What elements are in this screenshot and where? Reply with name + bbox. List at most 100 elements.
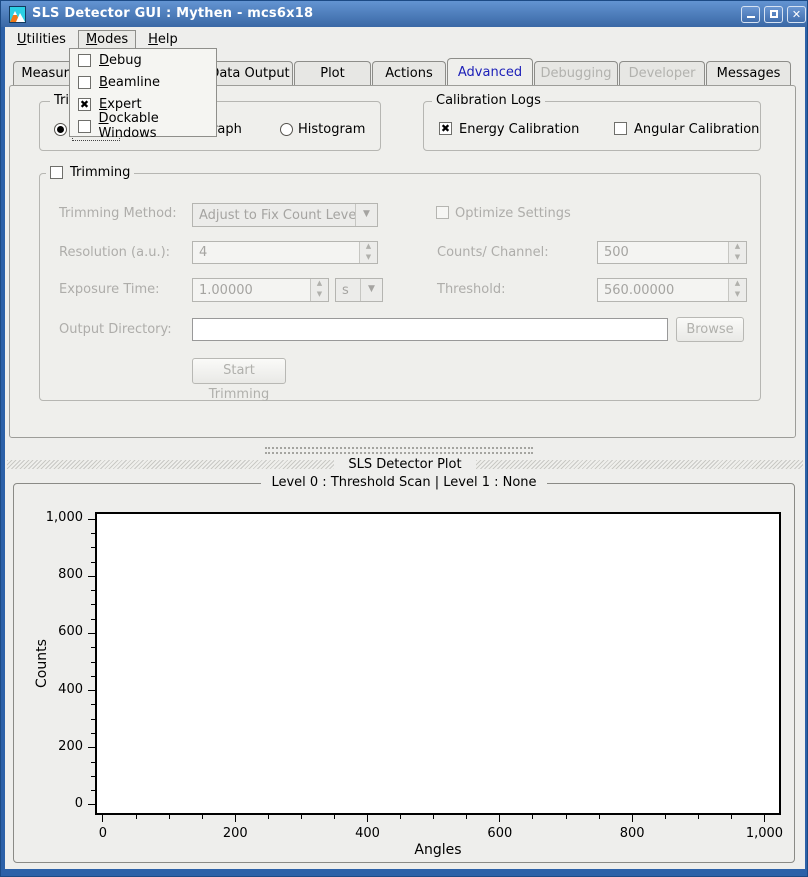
tick-mark — [91, 762, 95, 763]
minimize-icon — [747, 9, 755, 18]
tick-mark — [532, 815, 533, 819]
menu-item-beamline[interactable]: Beamline — [70, 71, 216, 93]
maximize-button[interactable] — [764, 6, 783, 23]
tick-label: 1,000 — [734, 826, 794, 841]
trimming-enable-checkbox[interactable] — [50, 166, 63, 179]
tick-mark — [91, 533, 95, 534]
start-trimming-button: Start Trimming — [192, 358, 286, 384]
menu-help[interactable]: Help — [140, 30, 186, 49]
spin-up-icon: ▲ — [311, 279, 328, 290]
tick-mark — [91, 790, 95, 791]
beamline-checkbox — [78, 76, 91, 89]
spin-up-icon: ▲ — [729, 242, 746, 253]
tick-label: 1,000 — [29, 510, 83, 525]
check-icon: ✖ — [441, 122, 450, 135]
output-directory-label: Output Directory: — [59, 322, 172, 337]
app-icon — [9, 6, 26, 23]
trim-plot-radio-histogram[interactable] — [280, 123, 293, 136]
threshold-label: Threshold: — [437, 282, 505, 297]
tick-mark — [599, 815, 600, 819]
tick-label: 800 — [602, 826, 662, 841]
angular-calibration-checkbox[interactable] — [614, 122, 627, 135]
trimming-title-text: Trimming — [70, 165, 130, 180]
tick-mark — [91, 776, 95, 777]
chevron-down-icon: ▼ — [355, 204, 377, 226]
menu-utilities[interactable]: Utilities — [9, 30, 74, 49]
trim-plot-radio-1[interactable] — [54, 123, 67, 136]
tick-mark — [301, 815, 302, 819]
close-button[interactable]: ✕ — [787, 6, 806, 23]
trimming-method-combobox: Adjust to Fix Count Level ▼ — [192, 203, 378, 227]
y-axis-label: Counts — [34, 584, 50, 744]
tick-mark — [88, 804, 95, 805]
tick-label: 200 — [205, 826, 265, 841]
splitter-handle[interactable] — [265, 447, 533, 454]
exposure-time-spinbox: 1.00000 ▲▼ — [192, 278, 329, 302]
tick-mark — [91, 604, 95, 605]
tab-actions[interactable]: Actions — [372, 61, 446, 85]
debug-checkbox — [78, 54, 91, 67]
tick-mark — [88, 633, 95, 634]
tick-mark — [566, 815, 567, 819]
browse-button: Browse — [676, 317, 744, 342]
energy-calibration-label[interactable]: Energy Calibration — [459, 122, 579, 137]
dock-hatch-right — [476, 460, 803, 469]
tick-mark — [91, 733, 95, 734]
chevron-down-icon: ▼ — [360, 279, 382, 301]
menu-item-debug[interactable]: Debug — [70, 49, 216, 71]
angular-calibration-label[interactable]: Angular Calibration — [634, 122, 759, 137]
tab-plot[interactable]: Plot — [294, 61, 371, 85]
spin-up-icon: ▲ — [360, 242, 377, 253]
tick-mark — [235, 815, 236, 822]
tick-mark — [632, 815, 633, 822]
output-directory-input[interactable] — [192, 318, 668, 341]
tick-mark — [91, 704, 95, 705]
trimming-method-label: Trimming Method: — [59, 206, 177, 221]
tick-mark — [268, 815, 269, 819]
tick-label: 800 — [29, 567, 83, 582]
tick-mark — [88, 690, 95, 691]
tick-mark — [466, 815, 467, 819]
plot-canvas[interactable] — [95, 512, 781, 815]
tick-mark — [91, 719, 95, 720]
tick-mark — [91, 619, 95, 620]
x-axis-label: Angles — [388, 842, 488, 858]
tab-data-output[interactable]: Data Output — [206, 61, 293, 85]
menubar: Utilities Modes Help — [5, 28, 805, 50]
spin-up-icon: ▲ — [729, 279, 746, 290]
counts-channel-spinbox: 500 ▲▼ — [597, 241, 747, 264]
tick-label: 0 — [29, 796, 83, 811]
threshold-spinbox: 560.00000 ▲▼ — [597, 278, 747, 302]
close-icon: ✕ — [792, 8, 801, 21]
exposure-unit-combobox: s ▼ — [335, 278, 383, 302]
optimize-settings-checkbox — [436, 206, 449, 219]
plot-title: Level 0 : Threshold Scan | Level 1 : Non… — [14, 475, 794, 490]
tick-label: 0 — [73, 826, 133, 841]
tab-debugging: Debugging — [534, 61, 618, 85]
dock-title: SLS Detector Plot — [334, 457, 475, 472]
tick-label: 600 — [470, 826, 530, 841]
calibration-logs-groupbox: Calibration Logs ✖ Energy Calibration An… — [423, 101, 761, 151]
tick-mark — [88, 747, 95, 748]
check-icon: ✖ — [80, 98, 89, 111]
tick-mark — [334, 815, 335, 819]
menu-item-dockable-windows[interactable]: Dockable Windows — [70, 115, 216, 137]
tick-mark — [698, 815, 699, 819]
tick-mark — [367, 815, 368, 822]
menu-modes[interactable]: Modes — [78, 30, 136, 49]
tick-label: 400 — [338, 826, 398, 841]
tick-mark — [91, 647, 95, 648]
resolution-label: Resolution (a.u.): — [59, 245, 170, 260]
dock-titlebar[interactable]: SLS Detector Plot — [7, 456, 803, 472]
tab-messages[interactable]: Messages — [706, 61, 791, 85]
window-title: SLS Detector GUI : Mythen - mcs6x18 — [32, 6, 313, 21]
trimming-group-title: Trimming — [46, 165, 134, 180]
trim-plot-radio-histogram-label[interactable]: Histogram — [298, 122, 365, 137]
trimming-groupbox: Trimming Trimming Method: Adjust to Fix … — [39, 173, 761, 401]
spin-down-icon: ▼ — [729, 290, 746, 301]
tab-advanced[interactable]: Advanced — [447, 58, 533, 85]
tick-mark — [665, 815, 666, 819]
minimize-button[interactable] — [741, 6, 760, 23]
energy-calibration-checkbox[interactable]: ✖ — [439, 122, 452, 135]
tick-mark — [136, 815, 137, 819]
